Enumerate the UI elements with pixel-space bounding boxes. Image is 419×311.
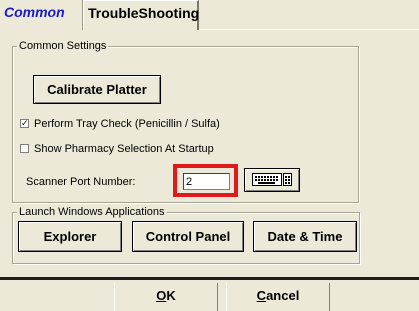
tray-check-checkbox[interactable]: ✓ (20, 118, 29, 128)
calibrate-platter-button[interactable]: Calibrate Platter (33, 75, 161, 104)
launch-apps-legend: Launch Windows Applications (17, 206, 167, 218)
common-settings-legend: Common Settings (17, 40, 109, 52)
pharmacy-selection-label: Show Pharmacy Selection At Startup (34, 143, 214, 155)
keyboard-button[interactable] (244, 168, 300, 192)
keyboard-icon (252, 173, 292, 186)
scanner-port-label: Scanner Port Number: (26, 176, 136, 188)
ok-label: OK (156, 288, 176, 303)
tab-common[interactable]: Common (0, 0, 83, 30)
explorer-button[interactable]: Explorer (18, 221, 122, 252)
ok-button[interactable]: OK (114, 283, 218, 311)
tray-check-option[interactable]: ✓ Perform Tray Check (Penicillin / Sulfa) (20, 118, 220, 131)
tab-troubleshooting[interactable]: TroubleShooting (83, 0, 199, 30)
date-time-button[interactable]: Date & Time (253, 221, 357, 252)
control-panel-button[interactable]: Control Panel (132, 221, 244, 252)
pharmacy-selection-option[interactable]: Show Pharmacy Selection At Startup (20, 143, 214, 156)
cancel-label: Cancel (256, 288, 300, 303)
tab-strip-border (199, 29, 419, 30)
cancel-button[interactable]: Cancel (226, 283, 330, 311)
footer-separator (0, 277, 419, 280)
tray-check-label: Perform Tray Check (Penicillin / Sulfa) (34, 118, 220, 130)
checkmark-icon: ✓ (21, 118, 29, 128)
pharmacy-selection-checkbox[interactable] (20, 144, 29, 153)
scanner-port-input[interactable] (183, 173, 230, 190)
